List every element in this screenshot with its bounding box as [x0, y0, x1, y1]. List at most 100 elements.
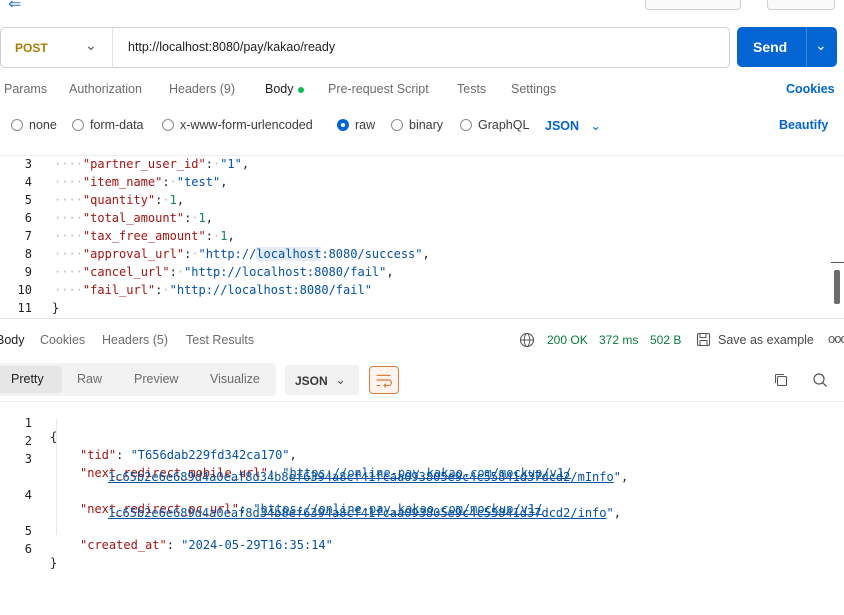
radio-circle-icon: [162, 119, 174, 131]
json-comma: ,: [241, 157, 250, 171]
request-body-line: 6 ····"total_amount":·1,: [0, 211, 830, 229]
tab-response-headers[interactable]: Headers (5): [102, 333, 168, 347]
code-text: ····"item_name":·"test",: [54, 175, 228, 189]
code-text: ····"approval_url":·"http://localhost:80…: [54, 247, 430, 261]
chevron-down-icon[interactable]: ⌄: [85, 37, 97, 54]
view-visualize[interactable]: Visualize: [210, 372, 260, 386]
line-number: 7: [24, 229, 32, 243]
response-line: 6 }: [0, 528, 844, 570]
send-label: Send: [753, 39, 788, 55]
body-format-select[interactable]: JSON ⌄: [545, 118, 601, 133]
request-url-bar: POST ⌄ http://localhost:8080/pay/kakao/r…: [0, 27, 730, 68]
radio-label: x-www-form-urlencoded: [180, 118, 313, 132]
chevron-down-icon[interactable]: ⌄: [815, 37, 827, 54]
globe-icon[interactable]: [519, 332, 535, 348]
top-button-partial-2[interactable]: [767, 0, 835, 10]
json-key: "item_name": [82, 175, 163, 189]
radio-label: form-data: [90, 118, 144, 132]
whitespace-dots: ····: [54, 175, 83, 189]
view-raw[interactable]: Raw: [77, 372, 102, 386]
json-value: "http://localhost:8080/success": [198, 247, 423, 261]
response-time[interactable]: 372 ms: [599, 333, 638, 347]
tab-settings[interactable]: Settings: [511, 82, 556, 96]
radio-none[interactable]: none: [11, 118, 57, 132]
line-number: 6: [24, 542, 32, 556]
method-select[interactable]: POST: [15, 41, 48, 55]
divider: [806, 27, 807, 67]
radio-form-data[interactable]: form-data: [72, 118, 144, 132]
copy-icon[interactable]: [773, 372, 789, 388]
tab-body[interactable]: Body: [265, 82, 304, 96]
json-comma: ,: [220, 175, 228, 189]
json-value: 1: [198, 211, 206, 225]
json-key: "cancel_url": [82, 265, 170, 279]
search-icon[interactable]: [812, 372, 828, 388]
response-tabs: Body Cookies Headers (5) Test Results 20…: [0, 331, 844, 353]
body-type-options: none form-data x-www-form-urlencoded raw…: [0, 118, 844, 138]
request-body-editor[interactable]: 3 ····"partner_user_id":·"1", 4 ····"item_n…: [0, 155, 844, 318]
radio-selected-icon: [337, 119, 349, 131]
more-options-icon[interactable]: ooo: [828, 331, 844, 346]
scroll-marker: [831, 262, 844, 263]
code-text: ····"quantity":·1,: [54, 193, 185, 207]
top-button-partial[interactable]: [645, 0, 741, 10]
cookies-link[interactable]: Cookies: [786, 82, 835, 96]
request-body-line: 11}: [0, 301, 830, 319]
request-body-line: 10 ····"fail_url":·"http://localhost:8080…: [0, 283, 830, 301]
status-code[interactable]: 200 OK: [547, 333, 588, 347]
tab-authorization[interactable]: Authorization: [69, 82, 142, 96]
beautify-button[interactable]: Beautify: [779, 118, 828, 132]
response-line: 5 "created_at": "2024-05-29T16:35:14": [0, 510, 844, 552]
tab-params[interactable]: Params: [4, 82, 47, 96]
radio-raw[interactable]: raw: [337, 118, 375, 132]
line-number: 4: [24, 175, 32, 189]
top-toolbar-partial: ⇐: [0, 0, 844, 14]
send-button[interactable]: Send ⌄: [737, 27, 837, 67]
whitespace-dots: ····: [54, 211, 83, 225]
divider: [112, 28, 113, 67]
radio-label: binary: [409, 118, 444, 132]
tab-tests[interactable]: Tests: [457, 82, 486, 96]
json-key: "fail_url": [82, 283, 156, 297]
radio-label: none: [29, 118, 57, 132]
code-text: }: [52, 301, 59, 315]
code-text: ····"total_amount":·1,: [54, 211, 213, 225]
radio-label: GraphQL: [478, 118, 530, 132]
radio-circle-icon: [72, 119, 84, 131]
response-line: 1 {: [0, 402, 844, 444]
scrollbar-thumb[interactable]: [834, 270, 840, 304]
back-arrow-icon[interactable]: ⇐: [8, 0, 21, 14]
tab-test-results[interactable]: Test Results: [186, 333, 254, 347]
code-text: ····"fail_url":·"http://localhost:8080/f…: [54, 283, 372, 297]
line-number: 9: [24, 265, 32, 279]
view-pretty[interactable]: Pretty: [11, 372, 44, 386]
request-body-line: 3 ····"partner_user_id":·"1",: [0, 157, 830, 175]
response-toolbar: Pretty Raw Preview Visualize JSON ⌄: [0, 363, 844, 397]
tab-headers[interactable]: Headers (9): [169, 82, 235, 96]
wrap-lines-button[interactable]: [369, 366, 399, 394]
json-value: "http://localhost:8080/fail": [169, 283, 372, 297]
line-number: 11: [17, 301, 32, 315]
response-format-select[interactable]: JSON ⌄: [285, 365, 359, 395]
radio-binary[interactable]: binary: [391, 118, 443, 132]
format-label: JSON: [295, 374, 328, 388]
tab-prerequest-script[interactable]: Pre-request Script: [328, 82, 429, 96]
code-text: }: [50, 556, 58, 570]
response-body-viewer[interactable]: 1 { 2 "tid": "T656dab229fd342ca170", 3 "…: [0, 401, 844, 615]
body-indicator-dot: [297, 86, 304, 93]
json-comma: ,: [205, 211, 213, 225]
radio-graphql[interactable]: GraphQL: [460, 118, 529, 132]
response-size[interactable]: 502 B: [650, 333, 681, 347]
view-preview[interactable]: Preview: [134, 372, 178, 386]
radio-urlencoded[interactable]: x-www-form-urlencoded: [162, 118, 313, 132]
tab-response-body[interactable]: Body: [0, 333, 25, 347]
request-body-line: 5 ····"quantity":·1,: [0, 193, 830, 211]
pane-divider[interactable]: [0, 318, 844, 319]
response-line: 4 "next_redirect_pc_url": "https://onlin…: [0, 474, 844, 516]
radio-circle-icon: [391, 119, 403, 131]
save-as-example-button[interactable]: Save as example: [718, 333, 814, 347]
json-value: "1": [220, 157, 242, 171]
url-input[interactable]: http://localhost:8080/pay/kakao/ready: [128, 40, 335, 54]
tab-response-cookies[interactable]: Cookies: [40, 333, 85, 347]
whitespace-dots: ····: [54, 229, 83, 243]
